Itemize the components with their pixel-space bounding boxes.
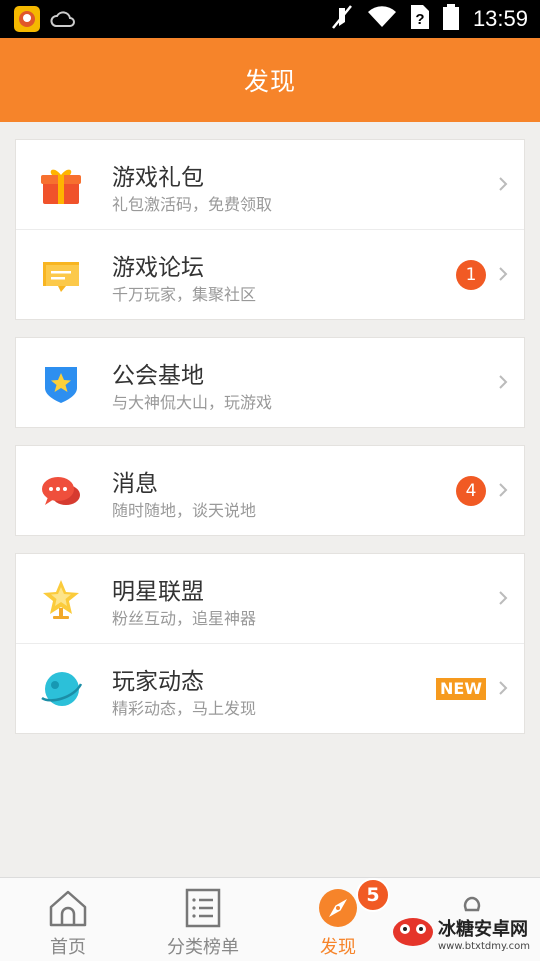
list-item-game-gifts[interactable]: 游戏礼包 礼包激活码，免费领取 bbox=[16, 140, 524, 229]
chevron-right-icon bbox=[494, 373, 512, 391]
watermark-url: www.btxtdmy.com bbox=[437, 941, 530, 952]
card-guild: 公会基地 与大神侃大山，玩游戏 bbox=[15, 337, 525, 428]
list-icon bbox=[183, 888, 223, 928]
list-item-guild-base[interactable]: 公会基地 与大神侃大山，玩游戏 bbox=[16, 338, 524, 427]
shield-star-icon bbox=[40, 362, 82, 404]
sim-icon: ? bbox=[410, 5, 429, 33]
row-subtitle: 精彩动态，马上发现 bbox=[112, 699, 257, 718]
row-subtitle: 与大神侃大山，玩游戏 bbox=[112, 393, 273, 412]
page-title: 发现 bbox=[243, 67, 296, 96]
message-bubbles-icon bbox=[40, 470, 82, 512]
tab-discover[interactable]: 发现 5 bbox=[298, 878, 390, 961]
svg-text:?: ? bbox=[415, 11, 424, 28]
row-subtitle: 礼包激活码，免费领取 bbox=[112, 195, 273, 214]
card-gifts-forum: 游戏礼包 礼包激活码，免费领取 游戏论坛 千万玩家，集聚社区 1 bbox=[15, 139, 525, 320]
tab-label: 首页 bbox=[50, 937, 86, 958]
list-item-player-feed[interactable]: 玩家动态 精彩动态，马上发现 NEW bbox=[16, 643, 524, 733]
app-notification-icon bbox=[14, 6, 40, 36]
row-title: 游戏论坛 bbox=[112, 255, 204, 281]
row-title: 玩家动态 bbox=[112, 669, 204, 695]
mute-icon bbox=[331, 4, 353, 34]
watermark-name: 冰糖安卓网 bbox=[437, 919, 528, 940]
home-icon bbox=[48, 888, 88, 928]
row-title: 明星联盟 bbox=[112, 579, 204, 605]
star-trophy-icon bbox=[40, 578, 82, 620]
compass-icon bbox=[318, 888, 358, 928]
list-item-star-alliance[interactable]: 明星联盟 粉丝互动，追星神器 bbox=[16, 554, 524, 643]
card-messages: 消息 随时随地，谈天说地 4 bbox=[15, 445, 525, 536]
chevron-right-icon bbox=[494, 481, 512, 499]
tab-home[interactable]: 首页 bbox=[28, 878, 108, 961]
clock: 13:59 bbox=[472, 6, 528, 31]
discover-count-badge: 5 bbox=[356, 878, 390, 912]
battery-icon bbox=[442, 4, 459, 34]
tab-label: 发现 bbox=[320, 937, 356, 958]
gift-icon bbox=[40, 164, 82, 206]
row-title: 游戏礼包 bbox=[112, 165, 204, 191]
chevron-right-icon bbox=[494, 679, 512, 697]
row-subtitle: 粉丝互动，追星神器 bbox=[112, 609, 257, 628]
new-tag: NEW bbox=[436, 678, 486, 700]
row-subtitle: 随时随地，谈天说地 bbox=[112, 501, 257, 520]
tab-label: 分类榜单 bbox=[167, 937, 239, 958]
app-header: 发现 bbox=[0, 38, 540, 122]
tab-rankings[interactable]: 分类榜单 bbox=[158, 878, 248, 961]
chevron-right-icon bbox=[494, 589, 512, 607]
chevron-right-icon bbox=[494, 175, 512, 193]
cloud-icon bbox=[50, 8, 76, 34]
wifi-icon bbox=[367, 5, 397, 33]
count-badge: 1 bbox=[456, 260, 486, 290]
row-title: 消息 bbox=[112, 471, 158, 497]
planet-icon bbox=[40, 668, 83, 710]
chevron-right-icon bbox=[494, 265, 512, 283]
watermark-logo-icon bbox=[392, 916, 434, 952]
list-item-game-forum[interactable]: 游戏论坛 千万玩家，集聚社区 1 bbox=[16, 229, 524, 319]
row-subtitle: 千万玩家，集聚社区 bbox=[112, 285, 257, 304]
chat-bubble-icon bbox=[40, 254, 82, 296]
row-title: 公会基地 bbox=[112, 363, 204, 389]
card-stars-players: 明星联盟 粉丝互动，追星神器 玩家动态 精彩动态，马上发现 NEW bbox=[15, 553, 525, 734]
site-watermark: 冰糖安卓网 www.btxtdmy.com bbox=[392, 915, 530, 952]
count-badge: 4 bbox=[456, 476, 486, 506]
list-item-messages[interactable]: 消息 随时随地，谈天说地 4 bbox=[16, 446, 524, 535]
status-bar: ? 13:59 bbox=[0, 0, 540, 38]
